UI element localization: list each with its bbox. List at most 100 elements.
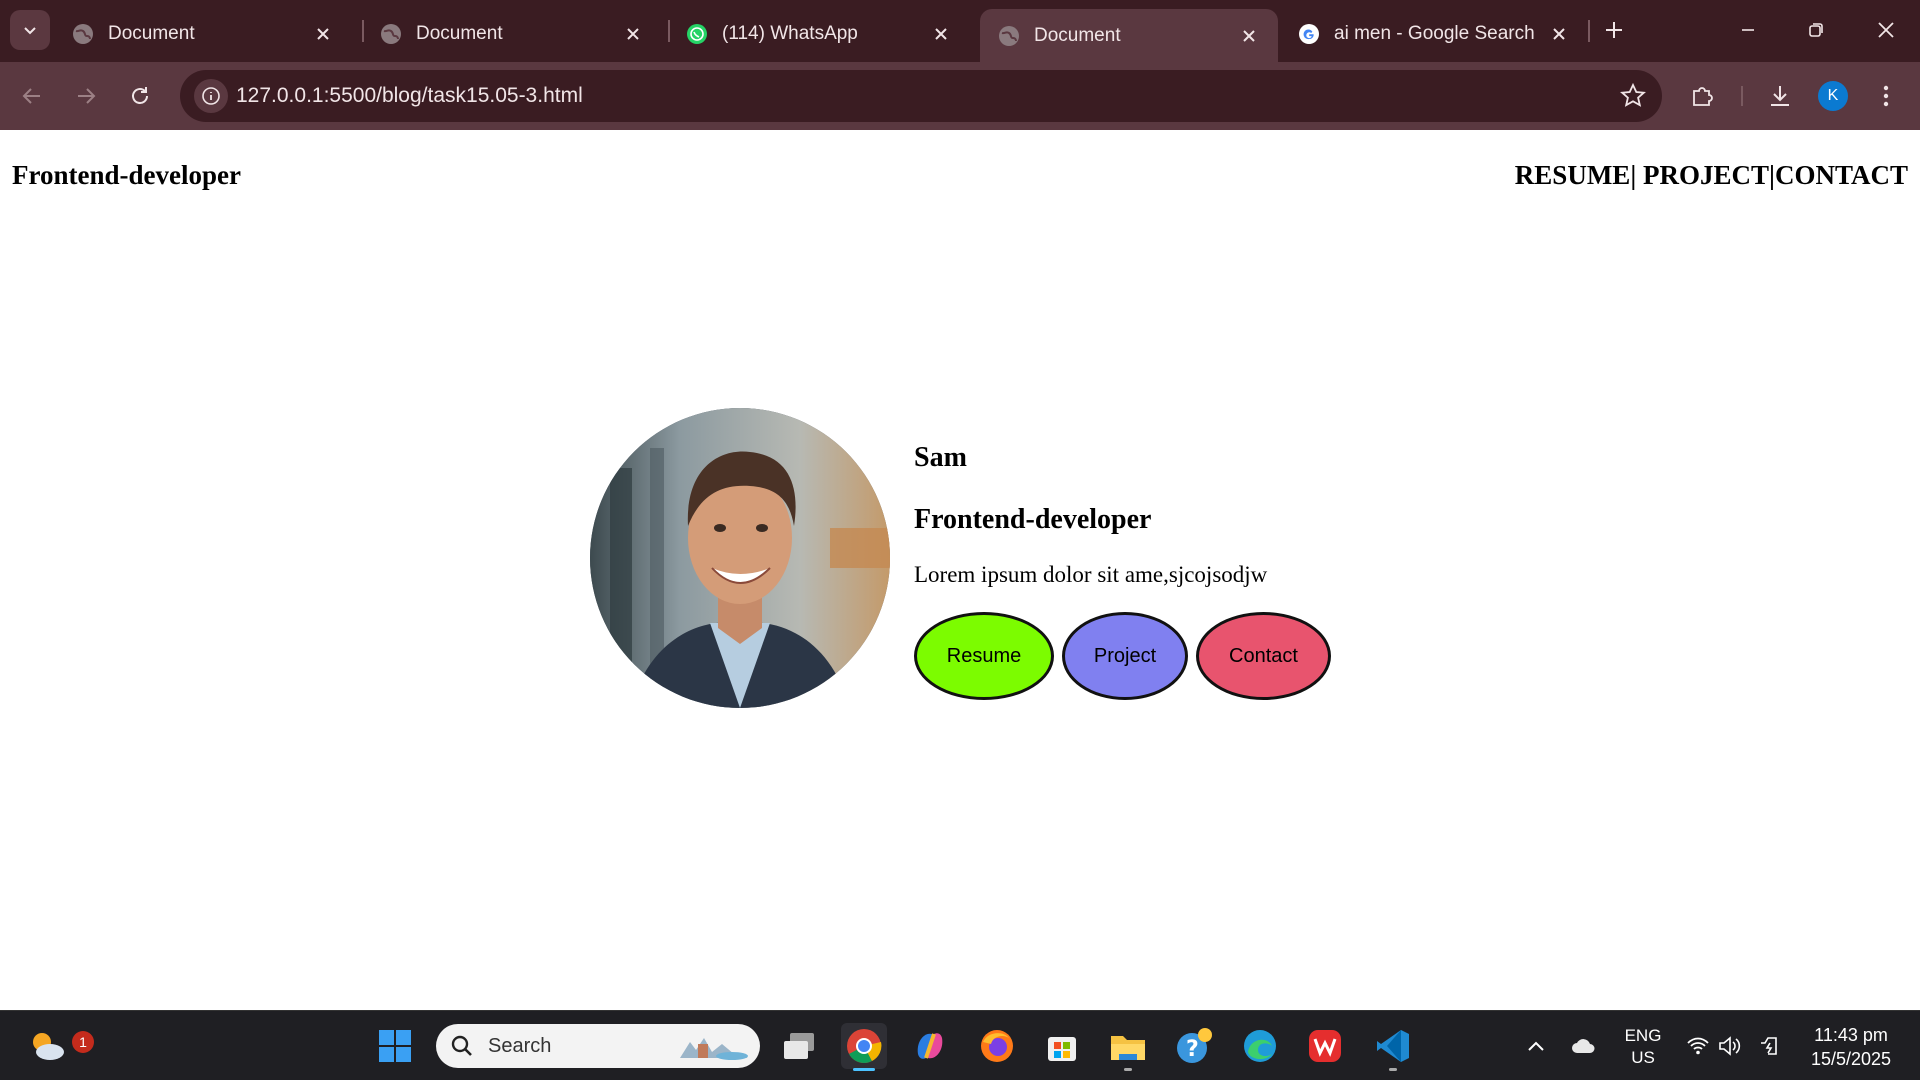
close-icon	[1878, 22, 1894, 38]
more-vert-icon	[1883, 85, 1889, 107]
firefox-icon	[981, 1030, 1013, 1062]
taskbar-search[interactable]: Search	[436, 1024, 760, 1068]
close-window-button[interactable]	[1866, 10, 1906, 50]
reload-button[interactable]	[120, 76, 160, 116]
web-page: Frontend-developer RESUME| PROJECT|CONTA…	[0, 130, 1920, 1010]
search-highlight-icon	[680, 1038, 748, 1060]
clock-date: 15/5/2025	[1810, 1049, 1892, 1069]
download-icon	[1771, 86, 1789, 106]
taskbar-file-explorer[interactable]	[1105, 1023, 1151, 1071]
browser-tab[interactable]: (114) WhatsApp	[668, 9, 970, 59]
copilot-icon	[917, 1033, 943, 1059]
wps-icon	[1309, 1030, 1341, 1062]
arrow-right-icon	[78, 88, 96, 104]
taskbar-wps[interactable]	[1302, 1023, 1348, 1069]
browser-tab[interactable]: ai men - Google Search	[1280, 9, 1588, 59]
close-icon[interactable]	[1238, 25, 1260, 47]
notification-badge: 1	[72, 1031, 94, 1053]
minimize-button[interactable]	[1728, 10, 1768, 50]
browser-tab[interactable]: Document	[54, 9, 352, 59]
plus-icon	[1606, 22, 1622, 38]
contact-button[interactable]: Contact	[1196, 612, 1331, 700]
browser-tab[interactable]: Document	[362, 9, 662, 59]
tab-title: ai men - Google Search	[1334, 23, 1535, 44]
forward-button[interactable]	[66, 76, 106, 116]
active-indicator	[853, 1068, 875, 1071]
profile-avatar[interactable]: K	[1818, 81, 1848, 111]
google-icon	[1299, 24, 1319, 44]
new-tab-button[interactable]	[1598, 14, 1630, 46]
taskbar-store[interactable]	[1039, 1023, 1085, 1069]
clock[interactable]: 11:43 pm 15/5/2025	[1796, 1023, 1906, 1071]
puzzle-icon	[1693, 87, 1713, 106]
action-buttons: Resume Project Contact	[914, 612, 1331, 700]
windows-taskbar: 1 Search ? ENG US 11:43 pm 15/5/2025	[0, 1010, 1920, 1080]
close-icon[interactable]	[622, 23, 644, 45]
top-nav: RESUME| PROJECT|CONTACT	[1515, 160, 1908, 191]
browser-tab-active[interactable]: Document	[980, 9, 1278, 62]
browser-tab-bar: Document Document (114) WhatsApp Documen…	[0, 0, 1920, 62]
tab-title: (114) WhatsApp	[722, 23, 858, 44]
profile-photo	[590, 408, 890, 708]
region-code: US	[1631, 1048, 1655, 1067]
nav-link-contact[interactable]: CONTACT	[1775, 160, 1908, 190]
address-bar[interactable]: 127.0.0.1:5500/blog/task15.05-3.html	[180, 70, 1662, 122]
downloads-button[interactable]	[1762, 78, 1798, 114]
portrait-image	[590, 408, 890, 708]
show-hidden-icons-button[interactable]	[1514, 1023, 1558, 1069]
project-button[interactable]: Project	[1062, 612, 1188, 700]
tab-search-button[interactable]	[10, 10, 50, 50]
wifi-button[interactable]	[1680, 1023, 1716, 1069]
running-indicator	[1389, 1068, 1397, 1071]
chevron-up-icon	[1528, 1041, 1544, 1051]
tab-title: Document	[108, 23, 195, 44]
site-brand: Frontend-developer	[12, 160, 241, 190]
task-view-button[interactable]	[776, 1023, 822, 1069]
volume-icon	[1719, 1036, 1741, 1056]
taskbar-copilot[interactable]	[907, 1023, 953, 1069]
file-explorer-icon	[1111, 1036, 1145, 1060]
whatsapp-icon	[687, 24, 707, 44]
star-icon[interactable]	[1620, 83, 1646, 109]
close-icon[interactable]	[930, 23, 952, 45]
restore-button[interactable]	[1796, 10, 1836, 50]
profile-role: Frontend-developer	[914, 504, 1152, 535]
restore-icon	[1809, 23, 1823, 37]
tab-separator	[1588, 20, 1590, 42]
taskbar-firefox[interactable]	[974, 1023, 1020, 1069]
nav-separator: |	[1630, 160, 1644, 190]
close-icon[interactable]	[1548, 23, 1570, 45]
search-icon	[451, 1035, 472, 1056]
start-button[interactable]	[372, 1023, 418, 1069]
extensions-button[interactable]	[1684, 78, 1720, 114]
language-indicator[interactable]: ENG US	[1618, 1025, 1668, 1069]
task-view-icon	[784, 1033, 814, 1059]
weather-widget[interactable]: 1	[24, 1023, 94, 1069]
battery-button[interactable]	[1752, 1023, 1788, 1069]
url-text[interactable]: 127.0.0.1:5500/blog/task15.05-3.html	[236, 84, 583, 108]
taskbar-help[interactable]: ?	[1171, 1023, 1217, 1069]
taskbar-vscode[interactable]	[1370, 1023, 1416, 1071]
volume-button[interactable]	[1712, 1023, 1748, 1069]
taskbar-edge[interactable]	[1237, 1023, 1283, 1069]
edge-icon	[1244, 1030, 1276, 1062]
nav-link-project[interactable]: PROJECT	[1643, 160, 1769, 190]
profile-description: Lorem ipsum dolor sit ame,sjcojsodjw	[914, 562, 1268, 587]
nav-link-resume[interactable]: RESUME	[1515, 160, 1631, 190]
search-label: Search	[488, 1035, 552, 1057]
help-icon: ?	[1177, 1028, 1212, 1063]
tab-title: Document	[1034, 24, 1121, 46]
back-button[interactable]	[12, 76, 52, 116]
site-info-icon[interactable]	[194, 79, 228, 113]
taskbar-chrome[interactable]	[841, 1023, 887, 1071]
store-icon	[1048, 1037, 1076, 1061]
tab-title: Document	[416, 23, 503, 44]
resume-button[interactable]: Resume	[914, 612, 1054, 700]
minimize-icon	[1742, 29, 1754, 31]
toolbar-divider	[1741, 86, 1743, 106]
onedrive-button[interactable]	[1562, 1023, 1606, 1069]
cloud-icon	[1572, 1039, 1595, 1053]
browser-toolbar: 127.0.0.1:5500/blog/task15.05-3.html K	[0, 62, 1920, 130]
close-icon[interactable]	[312, 23, 334, 45]
menu-button[interactable]	[1868, 78, 1904, 114]
